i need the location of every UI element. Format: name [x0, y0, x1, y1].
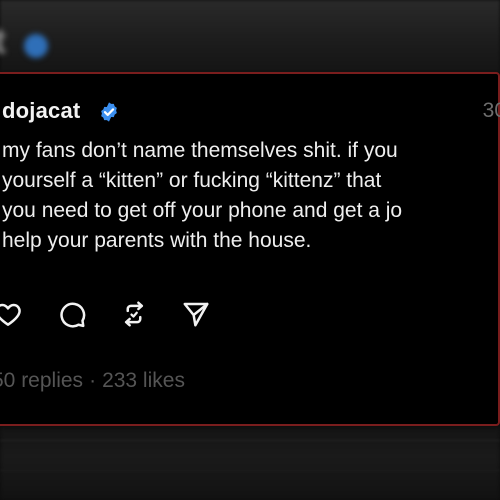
blurred-verified-badge-icon: [24, 34, 48, 58]
verified-badge-icon: [98, 101, 120, 123]
like-button[interactable]: [0, 296, 26, 332]
screenshot-stage: t dojacat 30 my fans don’t name themselv…: [0, 0, 500, 500]
comment-bubble-icon: [60, 302, 86, 328]
post-stats: 50 replies · 233 likes: [0, 366, 185, 396]
repost-icon: [124, 301, 144, 327]
heart-icon: [0, 303, 21, 326]
post-card[interactable]: dojacat 30 my fans don’t name themselves…: [0, 72, 500, 426]
blurred-previous-post: [0, 0, 500, 72]
post-text-line: my fans don’t name themselves shit. if y…: [2, 139, 398, 162]
replies-count-link[interactable]: 50 replies: [0, 369, 83, 392]
post-body: my fans don’t name themselves shit. if y…: [2, 136, 500, 256]
send-icon: [183, 302, 209, 327]
blurred-divider: [0, 470, 500, 471]
post-text-line: yourself a “kitten” or fucking “kittenz”…: [2, 169, 382, 192]
repost-button[interactable]: [116, 296, 152, 332]
post-text-line: you need to get off your phone and get a…: [2, 199, 403, 222]
username-link[interactable]: dojacat: [2, 96, 80, 126]
blurred-divider: [0, 440, 500, 441]
reply-button[interactable]: [54, 296, 90, 332]
blurred-username-fragment: t: [0, 20, 6, 62]
stats-separator: ·: [89, 369, 97, 392]
post-header: dojacat 30: [0, 96, 500, 128]
likes-count-link[interactable]: 233 likes: [102, 369, 185, 392]
post-actions: [0, 296, 498, 336]
post-timestamp: 30: [482, 99, 500, 122]
share-button[interactable]: [178, 296, 214, 332]
post-text-line: help your parents with the house.: [2, 229, 312, 252]
blurred-next-post: [0, 428, 500, 500]
